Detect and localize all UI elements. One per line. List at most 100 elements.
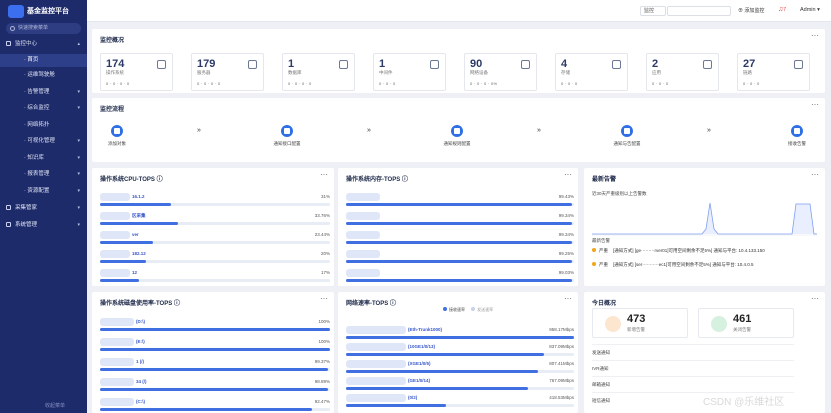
process-step[interactable]: 通知与告配置 [592,125,662,147]
masked-name [100,250,130,258]
today-more-button[interactable]: ··· [811,294,819,303]
alarm-chart-title: 近30天严重级别以上告警数 [592,191,647,196]
stat-value: 174 [106,58,125,70]
stat-card[interactable]: 1 数据库 0 · 0 · 0 · 0 [282,53,355,91]
step-label: 通知接口配置 [273,141,301,146]
stat-card[interactable]: 27 链路 0 · 0 · 0 [737,53,810,91]
today-row[interactable]: IVR通知 [592,360,794,375]
stat-card[interactable]: 90 网络设备 0 · 0 · 0 · 0% [464,53,537,91]
user-menu[interactable]: Admin ▾ [800,7,820,13]
progress-fill [346,353,545,356]
closed-alarms-card[interactable]: 461 关闭告警 [698,308,794,338]
sidebar-item-label: 知识库 [27,155,44,161]
process-step[interactable]: 通知规则配置 [422,125,492,147]
menu-search-input[interactable]: 快速搜索菜单 [6,23,81,34]
stat-value: 179 [197,58,216,70]
stat-breakdown: 0 · 0 · 0 [743,81,760,86]
sidebar-item[interactable]: · 可视化管理 ▾ [0,135,87,148]
sidebar-item-label: 首页 [27,57,39,63]
cpu-title-text: 操作系统CPU-TOPS [100,177,155,183]
progress-track [100,328,330,331]
row-label: (0/2) [408,395,418,400]
sidebar-item[interactable]: · 资源配置 ▾ [0,185,87,198]
alarm-level: 严重 [599,262,608,267]
row-value: 20% [320,251,330,256]
sidebar-item[interactable]: · 告警管理 ▾ [0,86,87,99]
list-row[interactable]: 34 (/) 98.89% [100,377,330,399]
process-step[interactable]: 通知接口配置 [252,125,322,147]
step-label: 接收告警 [788,141,806,146]
today-row-label: 短信通知 [592,398,610,403]
list-row[interactable]: 12 17% [100,268,330,290]
sidebar-item[interactable]: · 报表管理 ▾ [0,168,87,181]
sidebar-item-label: 系统管理 [15,222,38,228]
list-row[interactable]: 1 (/) 99.37% [100,357,330,379]
new-alarms-card[interactable]: 473 新增告警 [592,308,688,338]
cpu-more-button[interactable]: ··· [320,170,328,179]
stat-card[interactable]: 4 存储 0 · 0 · 0 [555,53,628,91]
collapse-menu-button[interactable]: 收起菜单 [45,402,65,409]
sidebar-item[interactable]: · 运维驾驶舱 [0,69,87,82]
alarm-bell-button[interactable]: ♫7 [778,6,786,13]
row-label: 区采集 [132,213,146,218]
sidebar-item[interactable]: · 首页 [0,54,87,67]
row-value: 99.25% [558,251,574,256]
sidebar-item-label: 网络拓扑 [27,122,50,128]
net-more-button[interactable]: ··· [564,294,572,303]
today-row[interactable]: 发送通知 [592,344,794,359]
process-more-button[interactable]: ··· [811,100,819,109]
search-type-select[interactable]: 监控 [640,6,666,16]
overview-more-button[interactable]: ··· [811,31,819,40]
sidebar-item[interactable]: 采集管家 ▾ [0,202,87,215]
arrow-icon: » [367,127,371,134]
sidebar-item[interactable]: 系统管理 ▾ [0,219,87,232]
list-row[interactable]: (E:\) 100% [100,337,330,359]
logo-icon [8,5,24,18]
overview-panel: 监控概况 ··· 174 操作系统 0 · 0 · 0 · 0 179 服务器 0 · 0… [92,29,825,93]
alarm-item[interactable]: 严重 [通知方式] [ser···········ec1]可用空间剩余不足5%] … [592,262,754,268]
mem-title: 操作系统内存-TOPS ⓘ [346,177,408,183]
process-step[interactable]: 接收告警 [762,125,831,147]
progress-track [100,222,330,225]
sidebar-item[interactable]: · 网络拓扑 [0,119,87,132]
mem-more-button[interactable]: ··· [564,170,572,179]
stat-card[interactable]: 174 操作系统 0 · 0 · 0 · 0 [100,53,173,91]
sidebar-item[interactable]: · 知识库 ▾ [0,152,87,165]
progress-fill [100,260,146,263]
sidebar-item[interactable]: · 综合监控 ▾ [0,102,87,115]
today-row[interactable]: 邮箱通知 [592,376,794,391]
sidebar-item-label: 采集管家 [15,205,38,211]
net-panel: 网络速率-TOPS ⓘ ··· 接收速率 发送速率 (Eth-Trunk1000… [338,292,578,413]
alarm-trend-chart [592,202,817,236]
step-icon [111,125,123,137]
disk-more-button[interactable]: ··· [320,294,328,303]
masked-name [346,212,380,220]
list-row[interactable]: (C:\) 92.47% [100,397,330,413]
row-label: 16.1.2 [132,194,145,199]
list-row[interactable]: 99.03% [346,268,574,290]
global-search-input[interactable] [667,6,731,16]
progress-fill [100,388,328,391]
stat-card[interactable]: 179 服务器 0 · 0 · 0 · 0 [191,53,264,91]
list-row[interactable]: (0/2) 418.53Mbps [346,393,574,413]
search-icon [10,26,15,31]
alarm-more-button[interactable]: ··· [811,170,819,179]
masked-name [100,269,130,277]
row-label: (E:\) [136,339,145,344]
closed-alarm-icon [711,316,727,332]
chevron-icon: ▾ [77,105,80,111]
alarm-count-badge: 7 [783,7,787,13]
stat-value: 27 [743,58,756,70]
progress-fill [346,336,574,339]
app-root: 基金监控平台 快速搜索菜单 监控中心 ▴ · 首页 · 运维驾驶舱 · 告警管理 ▾ · 综… [0,0,831,413]
closed-alarms-value: 461 [733,313,752,325]
sidebar-item[interactable]: 监控中心 ▴ [0,38,87,51]
alarm-item[interactable]: 严重 [通知方式] [ge·········rver01]可用空间剩余不足5%] … [592,248,765,254]
stat-label: 数据库 [288,70,302,75]
stat-card[interactable]: 1 中间件 0 · 0 · 0 [373,53,446,91]
list-row[interactable]: (D:\) 100% [100,317,330,339]
stat-card[interactable]: 2 应用 0 · 0 · 0 [646,53,719,91]
legend-receive-swatch [443,307,447,311]
add-monitor-link[interactable]: ⊕ 添加监控 [738,7,764,14]
process-step[interactable]: 添加对象 [82,125,152,147]
